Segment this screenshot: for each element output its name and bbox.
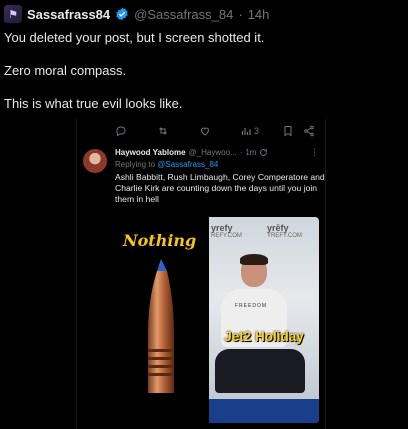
action-bar: 3 [77,121,325,141]
refresh-icon[interactable] [259,148,268,157]
meme-caption-banner: Jet2 Holiday [224,328,304,344]
timestamp[interactable]: 14h [248,7,270,22]
reply-author-name[interactable]: Haywood Yablome [115,148,186,157]
bullet-image [148,259,174,393]
reply-author-handle[interactable]: @_Haywoo... [189,148,237,157]
embedded-screenshot[interactable]: 3 Haywood Yablome @_Haywoo... · 1m ⋮ Rep… [76,119,326,429]
reply-separator: · [239,148,243,157]
shirt-text: FREEDOM [235,303,267,309]
retweet-button[interactable] [157,121,169,141]
more-icon[interactable]: ⋮ [310,147,319,158]
reply-text: Ashli Babbitt, Rush Limbaugh, Corey Comp… [115,172,325,204]
backdrop-brand-url: YREFY.COM [267,233,302,239]
backdrop-brand: yrefy [211,223,233,233]
meme-caption-nothing: Nothing [123,231,197,250]
meme-panel-right: yrefy yrēfy REFY.COM YREFY.COM FREEDOM J… [209,217,319,423]
reply-media[interactable]: Nothing yrefy yrēfy REFY.COM YREFY.COM F… [115,217,319,423]
tweet-text-line: Zero moral compass. [4,63,127,78]
retweet-icon [159,127,167,135]
views-button[interactable]: 3 [240,121,259,141]
meme-panel-left: Nothing [115,217,207,423]
avatar[interactable]: ⚑ [4,5,22,23]
bookmark-icon [284,126,292,137]
views-count: 3 [254,126,260,136]
backdrop-brand-url: REFY.COM [211,233,242,239]
verified-badge-icon [116,7,128,21]
share-button[interactable] [303,121,315,141]
reply-avatar[interactable] [83,149,107,173]
tweet-text-line: You deleted your post, but I screen shot… [4,30,265,45]
reply-header: Haywood Yablome @_Haywoo... · 1m [115,148,268,157]
reply-icon [116,126,126,137]
bookmark-button[interactable] [282,121,294,141]
podium [209,399,319,423]
reply-button[interactable] [115,121,127,141]
tweet-text-line: This is what true evil looks like. [4,96,183,111]
tweet-header: ⚑ Sassafrass84 @Sassafrass_84 · 14h [4,4,269,24]
person-legs [215,349,305,393]
like-icon [200,127,210,136]
replying-mention[interactable]: @Sassafrass_84 [157,160,218,169]
separator: · [238,6,243,22]
replying-prefix: Replying to [115,160,156,169]
author-handle[interactable]: @Sassafrass_84 [134,7,233,22]
backdrop-brand: yrēfy [267,223,289,233]
share-icon [304,125,314,137]
reply-timestamp[interactable]: 1m [245,148,256,157]
person-hair [240,254,268,265]
like-button[interactable] [199,121,211,141]
author-name[interactable]: Sassafrass84 [27,7,110,22]
replying-to: Replying to @Sassafrass_84 [115,160,218,169]
views-icon [241,128,251,135]
